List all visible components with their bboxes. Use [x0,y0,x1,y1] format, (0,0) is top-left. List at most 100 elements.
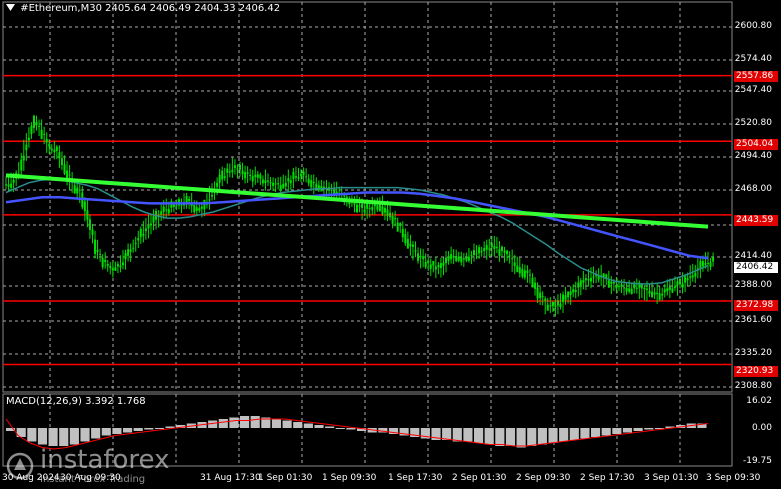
candle-body [521,268,524,277]
candle-body [345,196,348,199]
candle-body [653,292,656,295]
candle-body [409,243,412,247]
candle-body [567,291,570,298]
candle-body [78,189,81,191]
macd-bar [325,426,335,428]
candle-body [134,242,137,244]
watermark-tagline: Instant Forex Trading [40,474,146,485]
candle-body [506,250,509,255]
candle-body [165,209,168,211]
macd-bar [218,419,228,428]
candle-body [259,174,262,179]
candle-body [216,182,219,187]
candle-body [707,262,709,264]
candle-body [562,294,565,303]
candle-body [101,257,104,268]
candle-body [668,286,671,291]
candle-body [272,182,275,186]
candle-body [221,170,224,180]
candle-body [612,282,615,284]
candle-body [628,288,631,292]
candle-body [231,169,234,173]
macd-bar [548,428,558,443]
candle-body [38,125,41,127]
candle-body [656,292,659,294]
candle-body [488,248,491,250]
candle-body [198,207,201,211]
candle-body [241,170,244,175]
candle-body [188,199,191,201]
macd-bar [154,428,165,429]
price-axis-label: 2308.80 [734,381,772,391]
candle-body [356,204,358,213]
candle-body [289,180,292,184]
macd-bar [591,428,601,437]
macd-bar [495,428,505,446]
candle-body [32,115,35,128]
time-axis-label: 1 Sep 17:30 [388,473,443,483]
candle-body [391,216,394,224]
candle-body [470,254,473,256]
candle-body [48,143,51,147]
candle-body [452,256,455,258]
candle-body [279,185,282,191]
candle-body [162,206,165,212]
chart-dropdown-icon[interactable] [6,3,15,12]
macd-bar [282,420,292,428]
candle-body [366,202,369,209]
macd-axis-bottom: -19.75 [742,456,772,466]
candle-body [142,233,145,236]
candle-body [610,281,613,284]
macd-bar [144,428,154,430]
candle-body [302,171,305,176]
candle-body [516,265,519,273]
candle-body [635,287,638,289]
current-price-tag: 2406.42 [734,262,778,273]
candle-body [645,288,648,291]
candle-body [122,262,124,266]
candle-body [226,168,229,173]
price-chart[interactable] [0,0,781,489]
candle-body [88,219,91,230]
candle-body [686,278,689,281]
level-tag-2: 2504.04 [734,139,778,150]
macd-bar [644,428,654,430]
candle-body [437,264,440,268]
candle-body [526,270,529,273]
candle-body [666,288,669,292]
macd-bar [37,428,48,445]
candle-body [490,243,493,248]
candle-body [353,203,356,205]
candle-body [401,229,404,238]
candle-body [96,249,99,252]
macd-axis-zero: 0.00 [751,423,772,433]
candle-body [691,275,694,278]
candle-body [414,250,417,252]
candle-body [139,228,142,238]
candle-body [312,181,315,184]
macd-bar [250,416,260,428]
candle-body [10,183,13,188]
candle-body [544,298,547,301]
candle-body [116,264,119,267]
candle-body [371,207,374,211]
level-tag-3: 2443.59 [734,215,778,226]
candle-body [493,246,496,250]
candle-body [251,176,254,182]
candle-body [363,209,366,213]
candle-body [424,261,427,268]
candle-body [607,280,610,288]
candle-body [27,137,30,141]
candle-body [475,253,478,255]
macd-bar [271,419,282,428]
candle-body [305,176,308,178]
price-axis-label: 2414.40 [734,251,772,261]
candle-body [254,174,257,178]
candle-body [292,171,295,180]
candle-body [40,129,43,140]
candle-body [239,164,241,170]
candle-body [274,183,277,185]
macd-bar [293,422,303,428]
macd-bar [537,428,547,445]
candle-body [679,278,682,285]
